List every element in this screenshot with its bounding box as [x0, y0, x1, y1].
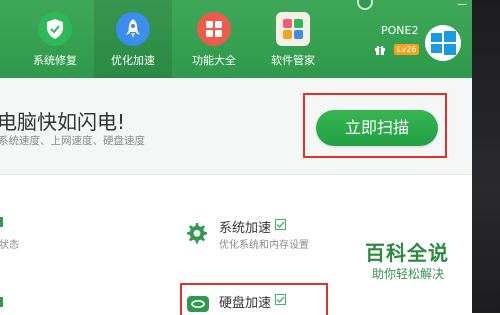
scan-now-button[interactable]: 立即扫描 [316, 110, 438, 146]
nav-software-manager[interactable]: 软件管家 [254, 0, 332, 78]
windows-logo-icon [425, 25, 461, 61]
nav-label: 系统修复 [33, 54, 77, 67]
banner-headline: 电脑快如闪电! [0, 110, 126, 134]
checkmark-icon [276, 296, 285, 304]
nav-optimize-speedup[interactable]: 优化加速 [94, 0, 172, 78]
avatar[interactable] [425, 25, 461, 61]
nav-all-functions[interactable]: 功能大全 [175, 0, 253, 78]
system-speedup-title: 系统加速 [219, 221, 272, 236]
gift-icon[interactable] [374, 44, 386, 56]
watermark-subtitle: 助你轻松解决 [372, 267, 445, 281]
nav-label: 优化加速 [111, 54, 155, 67]
gear-icon [187, 223, 207, 244]
window-edge-background [472, 0, 500, 313]
system-speedup-checkbox[interactable] [275, 219, 286, 230]
shield-icon [38, 12, 72, 46]
rocket-icon [116, 12, 150, 46]
disk-speedup-checkbox[interactable] [275, 294, 286, 305]
nav-label: 功能大全 [192, 54, 236, 67]
top-header: 系统修复 优化加速 功能大全 软件管家 — PONE2 Lv26 [0, 0, 472, 78]
apps-icon [276, 12, 310, 46]
left-feature-mark [0, 217, 3, 227]
watermark-title: 百科全说 [365, 241, 449, 265]
nav-system-repair[interactable]: 系统修复 [16, 0, 94, 78]
nav-label: 软件管家 [271, 54, 315, 67]
disk-speedup-title: 硬盘加速 [219, 296, 272, 311]
status-indicator-icon [357, 0, 373, 10]
checkmark-icon [276, 221, 285, 229]
level-badge: Lv26 [394, 44, 420, 55]
grid-icon [197, 12, 231, 46]
account-name[interactable]: PONE2 [381, 24, 418, 37]
system-speedup-desc: 优化系统和内存设置 [219, 240, 309, 251]
banner-subline: 系统速度、上网速度、硬盘速度 [0, 135, 145, 147]
left-feature-desc: 状态 [0, 240, 19, 251]
minimize-icon[interactable]: — [452, 0, 472, 10]
hard-disk-icon [187, 296, 209, 312]
left-feature-mark [0, 297, 3, 307]
